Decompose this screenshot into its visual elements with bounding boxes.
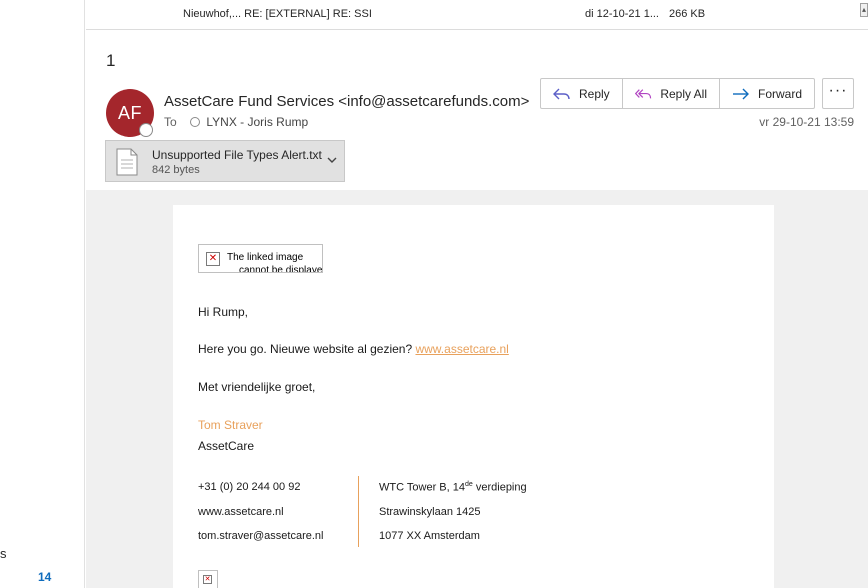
message-actions: Reply Reply All Forward xyxy=(540,78,815,109)
reply-all-button[interactable]: Reply All xyxy=(623,79,720,108)
sender-name[interactable]: AssetCare Fund Services <info@assetcaref… xyxy=(164,93,529,110)
signature-divider xyxy=(358,476,359,547)
attachment-card[interactable]: Unsupported File Types Alert.txt 842 byt… xyxy=(105,140,345,182)
address-line-1-suffix: verdieping xyxy=(472,481,527,494)
presence-status-icon xyxy=(139,123,153,137)
forward-button[interactable]: Forward xyxy=(720,79,814,108)
broken-image-alt-text-2: cannot be displayed. xyxy=(239,265,323,273)
broken-image-placeholder: ✕ The linked image cannot be displayed. xyxy=(198,244,323,273)
message-list-subject: Nieuwhof,... RE: [EXTERNAL] RE: SSI xyxy=(183,8,372,20)
signature-address-line-1: WTC Tower B, 14de verdieping xyxy=(379,481,527,494)
closing-text: Met vriendelijke groet, xyxy=(198,380,316,394)
scroll-up-arrow-icon[interactable]: ▴ xyxy=(860,3,868,17)
unread-count-badge: 14 xyxy=(38,570,52,584)
message-body-background: ✕ The linked image cannot be displayed. … xyxy=(86,190,868,588)
message-list-size: 266 KB xyxy=(669,8,706,20)
recipient-presence-icon xyxy=(190,117,201,127)
attachment-name: Unsupported File Types Alert.txt xyxy=(152,148,322,162)
signature-address-line-3: 1077 XX Amsterdam xyxy=(379,530,480,542)
address-line-1-sup: de xyxy=(465,481,473,488)
reply-all-label: Reply All xyxy=(660,86,707,101)
reply-label: Reply xyxy=(579,86,610,101)
message-timestamp: vr 29-10-21 13:59 xyxy=(759,115,854,129)
broken-image-alt-text: The linked image xyxy=(227,252,304,263)
folder-label-fragment[interactable]: s xyxy=(0,546,7,561)
forward-label: Forward xyxy=(757,86,802,101)
more-actions-button[interactable]: ··· xyxy=(822,78,854,109)
signature-address-line-2: Strawinskylaan 1425 xyxy=(379,506,481,518)
reply-all-icon xyxy=(635,88,652,98)
broken-image-icon: ✕ xyxy=(206,252,220,266)
signature-email[interactable]: tom.straver@assetcare.nl xyxy=(198,530,324,542)
broken-image-placeholder-small: ✕ xyxy=(198,570,218,588)
reading-pane: 1 AF AssetCare Fund Services <info@asset… xyxy=(86,31,868,588)
chevron-down-icon[interactable] xyxy=(326,155,338,165)
to-label: To xyxy=(164,115,177,129)
body-line: Here you go. Nieuwe website al gezien? w… xyxy=(198,342,509,356)
website-link[interactable]: www.assetcare.nl xyxy=(415,342,508,356)
forward-arrow-icon xyxy=(732,88,749,99)
recipient-name[interactable]: LYNX - Joris Rump xyxy=(206,115,308,129)
body-line-text: Here you go. Nieuwe website al gezien? xyxy=(198,342,413,356)
signature-name: Tom Straver xyxy=(198,418,263,432)
address-line-1-main: WTC Tower B, 14 xyxy=(379,481,465,494)
reply-button[interactable]: Reply xyxy=(541,79,623,108)
greeting-text: Hi Rump, xyxy=(198,305,249,319)
conversation-count: 1 xyxy=(106,51,116,70)
signature-phone: +31 (0) 20 244 00 92 xyxy=(198,481,301,493)
signature-company: AssetCare xyxy=(198,439,255,453)
message-body: ✕ The linked image cannot be displayed. … xyxy=(173,205,774,588)
text-file-icon xyxy=(116,148,138,176)
recipient-line: To LYNX - Joris Rump xyxy=(164,115,308,129)
signature-website[interactable]: www.assetcare.nl xyxy=(198,506,284,518)
attachment-size: 842 bytes xyxy=(152,164,200,176)
broken-image-icon: ✕ xyxy=(203,575,212,584)
folder-pane: s 14 xyxy=(0,0,85,588)
message-list-row[interactable]: Nieuwhof,... RE: [EXTERNAL] RE: SSI di 1… xyxy=(86,0,868,30)
message-list-date: di 12-10-21 1... xyxy=(585,8,659,20)
reply-icon xyxy=(553,88,570,99)
